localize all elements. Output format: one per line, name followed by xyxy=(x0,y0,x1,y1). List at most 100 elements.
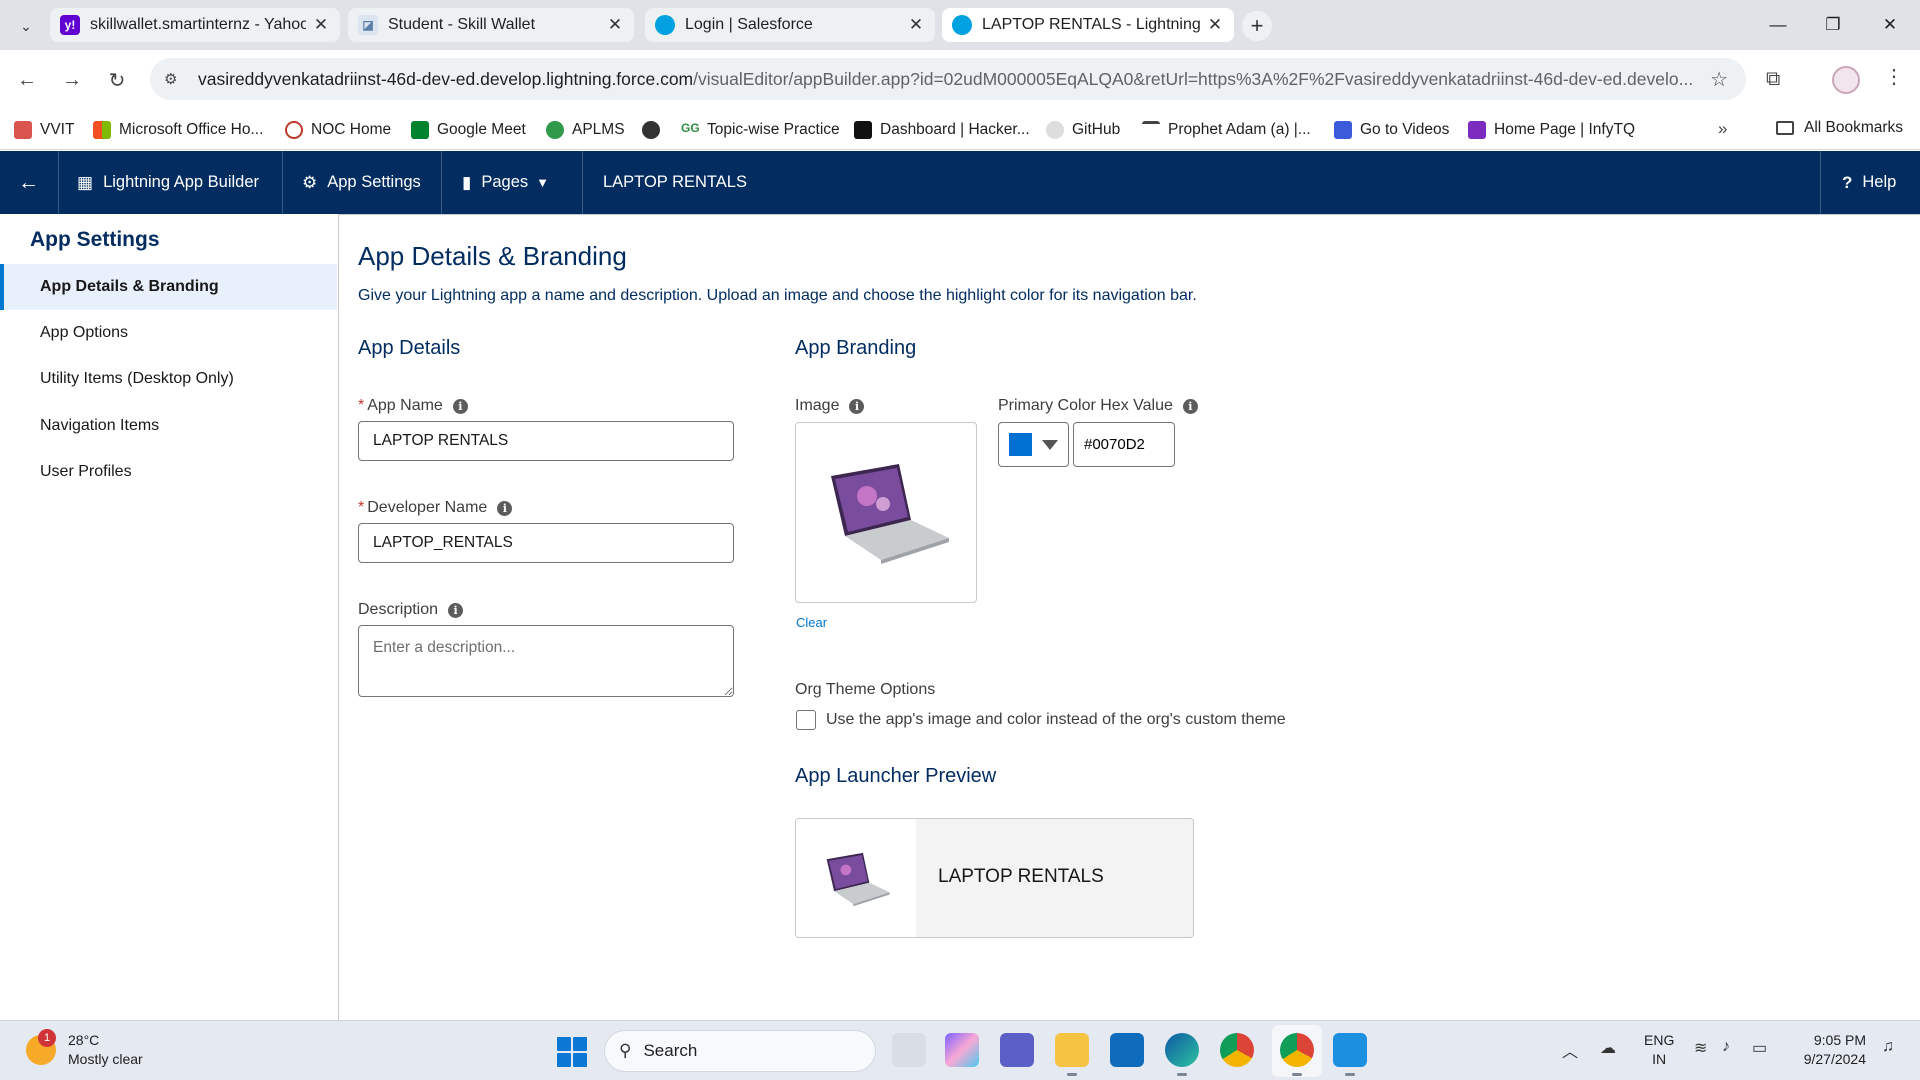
close-tab-icon[interactable]: ✕ xyxy=(606,15,624,35)
app-launcher-preview-heading: App Launcher Preview xyxy=(795,765,997,787)
browser-tab-laptop-rentals[interactable]: LAPTOP RENTALS - Lightning A ✕ xyxy=(942,8,1234,42)
reload-icon[interactable]: ↻ xyxy=(103,66,131,94)
primary-color-hex-input[interactable] xyxy=(1073,422,1175,467)
all-bookmarks-button[interactable]: All Bookmarks xyxy=(1776,119,1903,137)
taskbar-search[interactable]: ⚲ Search xyxy=(604,1030,876,1072)
developer-name-input[interactable] xyxy=(358,523,734,563)
bookmark-topic-wise-practice[interactable]: GG Topic-wise Practice xyxy=(681,119,840,141)
sidebar-item-navigation-items[interactable]: Navigation Items xyxy=(0,403,337,449)
show-hidden-icons-chevron-icon[interactable]: ︿ xyxy=(1562,1038,1578,1062)
header-divider xyxy=(582,151,583,214)
bookmarks-bar: VVIT Microsoft Office Ho... NOC Home Goo… xyxy=(0,110,1920,150)
close-tab-icon[interactable]: ✕ xyxy=(312,15,330,35)
browser-tab-salesforce-login[interactable]: Login | Salesforce ✕ xyxy=(645,8,935,42)
bookmark-globe[interactable] xyxy=(642,119,668,141)
address-bar[interactable]: ⚙ vasireddyvenkatadriinst-46d-dev-ed.dev… xyxy=(150,58,1746,100)
notepad-icon[interactable] xyxy=(1333,1033,1367,1076)
system-clock[interactable]: 9:05 PM 9/27/2024 xyxy=(1792,1031,1866,1069)
bookmark-aplms[interactable]: APLMS xyxy=(546,119,625,141)
app-name-label: * App Name i xyxy=(358,397,468,415)
wifi-icon[interactable]: ≋ xyxy=(1694,1038,1707,1058)
close-tab-icon[interactable]: ✕ xyxy=(907,15,925,35)
chrome-active-icon[interactable] xyxy=(1280,1033,1314,1076)
tab-search-chevron-icon[interactable]: ⌄ xyxy=(12,12,40,40)
notification-bell-icon[interactable]: ♫ xyxy=(1882,1038,1894,1056)
chrome-icon[interactable] xyxy=(1220,1033,1254,1067)
extensions-puzzle-icon[interactable]: ⧉ xyxy=(1766,68,1780,91)
description-textarea[interactable] xyxy=(358,625,734,697)
windows-taskbar: 1 28°C Mostly clear ⚲ Search ︿ ☁ ENG IN ≋… xyxy=(0,1020,1920,1080)
minimize-window-icon[interactable]: — xyxy=(1758,10,1798,40)
more-bookmarks-chevron-icon[interactable]: » xyxy=(1718,119,1727,139)
info-icon[interactable]: i xyxy=(497,500,513,516)
teams-icon[interactable] xyxy=(1000,1033,1034,1067)
lightning-app-builder-button[interactable]: ▦ Lightning App Builder xyxy=(77,151,259,214)
laptop-image xyxy=(831,463,949,564)
sidebar-item-app-details-branding[interactable]: App Details & Branding xyxy=(0,264,337,310)
bookmark-microsoft-office[interactable]: Microsoft Office Ho... xyxy=(93,119,263,141)
browser-tab-skill-wallet[interactable]: ◪ Student - Skill Wallet ✕ xyxy=(348,8,634,42)
help-button[interactable]: ? Help xyxy=(1842,151,1896,214)
browser-tab-yahoo[interactable]: y! skillwallet.smartinternz - Yahoo ✕ xyxy=(50,8,340,42)
outlook-icon[interactable] xyxy=(1110,1033,1144,1067)
info-icon[interactable]: i xyxy=(448,602,464,618)
developer-name-label-text: Developer Name xyxy=(367,499,488,516)
tab-label: skillwallet.smartinternz - Yahoo xyxy=(90,16,306,33)
info-icon[interactable]: i xyxy=(452,398,468,414)
forward-arrow-icon[interactable]: → xyxy=(58,66,86,94)
restore-window-icon[interactable]: ❐ xyxy=(1813,10,1853,40)
bookmark-prophet-adam[interactable]: Prophet Adam (a) |... xyxy=(1142,119,1311,141)
task-view-icon[interactable] xyxy=(892,1033,926,1067)
close-tab-icon[interactable]: ✕ xyxy=(1206,15,1224,35)
info-icon[interactable]: i xyxy=(849,398,865,414)
bookmark-hackerrank-dashboard[interactable]: Dashboard | Hacker... xyxy=(854,119,1030,141)
bookmark-github[interactable]: GitHub xyxy=(1046,119,1120,141)
arch-favicon-icon xyxy=(1142,121,1160,139)
bookmark-infytq[interactable]: Home Page | InfyTQ xyxy=(1468,119,1635,141)
color-picker-button[interactable] xyxy=(998,422,1069,467)
new-tab-button[interactable]: + xyxy=(1242,11,1272,41)
onedrive-cloud-icon[interactable]: ☁ xyxy=(1600,1038,1616,1058)
caret-down-icon xyxy=(1042,439,1058,450)
header-app-name: LAPTOP RENTALS xyxy=(603,173,747,191)
clock-time: 9:05 PM xyxy=(1813,1032,1866,1048)
clear-image-link[interactable]: Clear xyxy=(796,615,827,630)
input-language[interactable]: ENG IN xyxy=(1644,1031,1674,1069)
profile-avatar[interactable] xyxy=(1832,66,1860,94)
close-window-icon[interactable]: ✕ xyxy=(1870,10,1910,40)
edge-icon[interactable] xyxy=(1165,1033,1199,1076)
gear-icon: ⚙ xyxy=(302,172,318,192)
developer-name-label: * Developer Name i xyxy=(358,499,513,517)
app-settings-button[interactable]: ⚙ App Settings xyxy=(302,151,421,214)
sidebar-item-utility-items[interactable]: Utility Items (Desktop Only) xyxy=(0,356,337,402)
hackerrank-favicon-icon xyxy=(854,121,872,139)
bookmark-go-to-videos[interactable]: Go to Videos xyxy=(1334,119,1449,141)
volume-icon[interactable]: ♪ xyxy=(1722,1038,1730,1056)
file-explorer-icon[interactable] xyxy=(1055,1033,1089,1076)
info-icon[interactable]: i xyxy=(1182,398,1198,414)
noc-favicon-icon xyxy=(285,121,303,139)
bookmark-vvit[interactable]: VVIT xyxy=(14,119,74,141)
bookmark-noc-home[interactable]: NOC Home xyxy=(285,119,391,141)
weather-widget[interactable]: 1 28°C Mostly clear xyxy=(26,1029,143,1069)
app-image-upload[interactable] xyxy=(795,422,977,603)
back-arrow-icon[interactable]: ← xyxy=(13,66,41,94)
browser-menu-icon[interactable]: ⋮ xyxy=(1884,64,1904,89)
back-button[interactable]: ← xyxy=(18,151,49,214)
app-builder-header: ← ▦ Lightning App Builder ⚙ App Settings ▮… xyxy=(0,151,1920,214)
pages-dropdown[interactable]: ▮ Pages ▼ xyxy=(462,151,549,214)
url-text[interactable]: vasireddyvenkatadriinst-46d-dev-ed.devel… xyxy=(198,69,1718,90)
org-theme-checkbox[interactable] xyxy=(796,710,816,730)
copilot-icon[interactable] xyxy=(945,1033,979,1067)
app-name-input[interactable] xyxy=(358,421,734,461)
sidebar-item-app-options[interactable]: App Options xyxy=(0,310,337,356)
windows-start-icon[interactable] xyxy=(557,1037,587,1067)
site-info-icon[interactable]: ⚙ xyxy=(164,70,186,88)
tab-label: LAPTOP RENTALS - Lightning A xyxy=(982,16,1200,33)
battery-icon[interactable]: ▭ xyxy=(1752,1038,1767,1058)
bookmark-google-meet[interactable]: Google Meet xyxy=(411,119,526,141)
google-meet-icon xyxy=(411,121,429,139)
sidebar-item-user-profiles[interactable]: User Profiles xyxy=(0,449,337,495)
bookmark-star-icon[interactable]: ☆ xyxy=(1710,67,1728,92)
help-question-icon: ? xyxy=(1842,172,1853,192)
